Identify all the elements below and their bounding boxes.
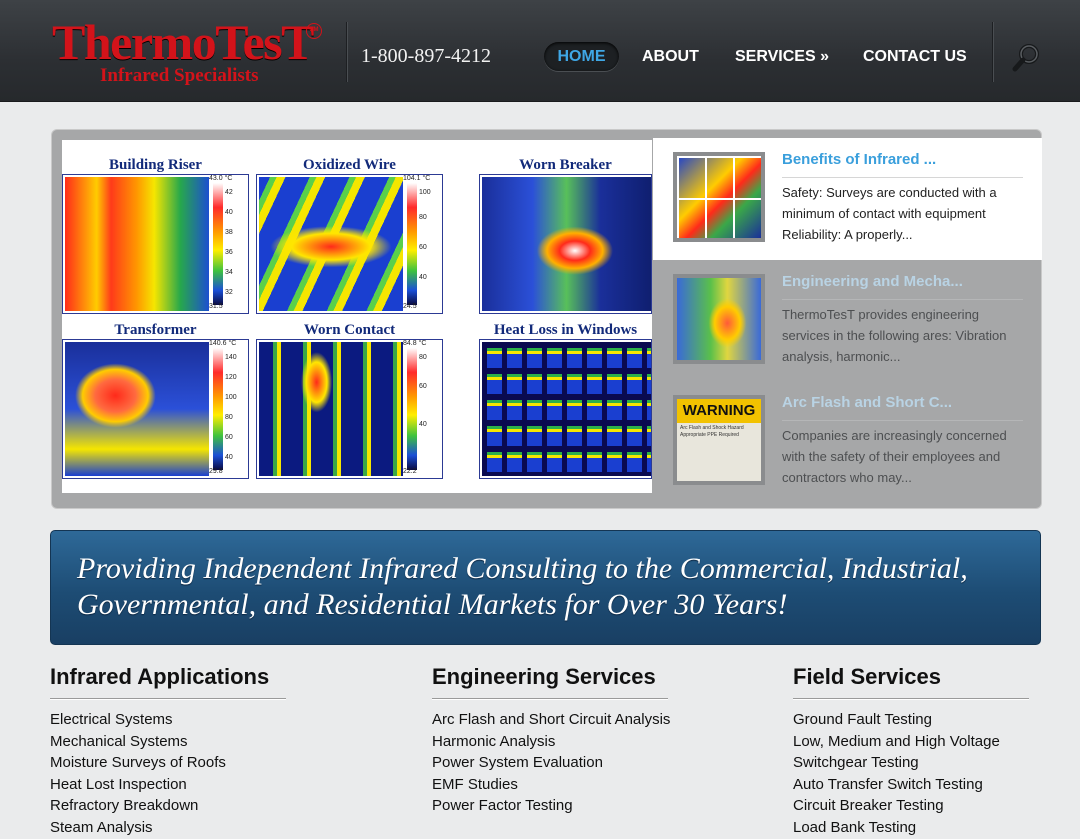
list-item[interactable]: Harmonic Analysis: [432, 731, 692, 753]
thermal-photo: [65, 177, 209, 311]
scale-ticks: 100 80 60 40: [419, 189, 431, 281]
link-list: Ground Fault Testing Low, Medium and Hig…: [793, 709, 1053, 839]
list-item[interactable]: Circuit Breaker Testing: [793, 795, 1053, 817]
slide-item[interactable]: Engineering and Mecha... ThermoTesT prov…: [653, 260, 1042, 382]
list-item[interactable]: Steam Analysis: [50, 817, 310, 839]
slide-thumbnail[interactable]: [673, 152, 765, 242]
scale-min: 29.8: [209, 468, 223, 475]
link-list: Arc Flash and Short Circuit Analysis Har…: [432, 709, 692, 817]
column-heading: Field Services: [793, 664, 941, 689]
nav-home[interactable]: HOME: [544, 42, 619, 71]
logo-tagline: Infrared Specialists: [100, 65, 259, 86]
list-item[interactable]: Power System Evaluation: [432, 752, 692, 774]
thermal-image-transformer: Transformer 140.6 °C 140 120 100 80 60 40 29.…: [62, 321, 249, 480]
tagline-banner: Providing Independent Infrared Consultin…: [50, 530, 1041, 645]
thermal-photo: [65, 342, 209, 476]
color-scale: [407, 348, 417, 470]
nav-about[interactable]: ABOUT: [642, 42, 699, 71]
list-item[interactable]: Power Factor Testing: [432, 795, 692, 817]
list-item[interactable]: Refractory Breakdown: [50, 795, 310, 817]
thermal-title: Worn Contact: [303, 322, 396, 338]
list-item[interactable]: Auto Transfer Switch Testing: [793, 774, 1053, 796]
warning-label: WARNING: [677, 399, 761, 423]
slide-item-title[interactable]: Benefits of Infrared ...: [782, 151, 1022, 169]
slide-item-text: Companies are increasingly concerned wit…: [782, 428, 1007, 485]
scale-max: 43.0 °C: [209, 175, 233, 182]
logo[interactable]: ThermoTesT SM Infrared Specialists: [52, 16, 324, 88]
column-heading: Infrared Applications: [50, 664, 270, 689]
scale-max: 140.6 °C: [209, 340, 237, 347]
slide-thumbnail[interactable]: [673, 274, 765, 364]
list-item[interactable]: Electrical Systems: [50, 709, 310, 731]
thermal-image-oxidized-wire: Oxidized Wire 104.1 °C 100 80 60 40 24.5: [256, 156, 443, 315]
slide-item-title[interactable]: Engineering and Mecha...: [782, 273, 1022, 291]
scale-max: 104.1 °C: [403, 175, 431, 182]
thermal-photo: [259, 177, 403, 311]
list-item[interactable]: Load Bank Testing: [793, 817, 1053, 839]
thermal-title: Worn Breaker: [519, 157, 612, 173]
nav-contact-us[interactable]: CONTACT US: [863, 42, 967, 71]
thermal-title: Building Riser: [109, 157, 202, 173]
nav-services[interactable]: SERVICES »: [735, 42, 829, 71]
thermal-image-building-riser: Building Riser 43.0 °C 42 40 38 36 34 32 31.5: [62, 156, 249, 315]
divider: [782, 299, 1023, 300]
header-divider: [346, 22, 347, 82]
divider: [782, 177, 1023, 178]
scale-min: 22.2: [403, 468, 417, 475]
divider: [50, 698, 286, 699]
service-mark: SM: [306, 23, 322, 39]
scale-ticks: 140 120 100 80 60 40: [225, 354, 237, 461]
column-engineering-services: Engineering Services Arc Flash and Short…: [432, 663, 692, 817]
list-item[interactable]: Mechanical Systems: [50, 731, 310, 753]
column-heading: Engineering Services: [432, 664, 656, 689]
color-scale: [407, 183, 417, 305]
warning-subtext: Arc Flash and Shock Hazard Appropriate P…: [680, 425, 744, 438]
thermal-photo: [482, 342, 651, 476]
logo-name: ThermoTesT: [52, 14, 314, 70]
color-scale: [213, 183, 223, 305]
list-item[interactable]: Switchgear Testing: [793, 752, 1053, 774]
scale-min: 31.5: [209, 303, 223, 310]
list-item[interactable]: Heat Lost Inspection: [50, 774, 310, 796]
banner-text: Providing Independent Infrared Consultin…: [77, 552, 968, 621]
list-item[interactable]: Low, Medium and High Voltage: [793, 731, 1053, 753]
thermal-title: Heat Loss in Windows: [493, 322, 638, 338]
thermal-title: Oxidized Wire: [303, 157, 396, 173]
list-item[interactable]: Ground Fault Testing: [793, 709, 1053, 731]
featured-slider: Building Riser 43.0 °C 42 40 38 36 34 32 31.5…: [51, 129, 1042, 509]
thermal-image-heat-loss-in-windows: Heat Loss in Windows: [479, 321, 652, 480]
scale-ticks: 42 40 38 36 34 32: [225, 189, 233, 296]
scale-ticks: 80 60 40: [419, 354, 427, 428]
slide-item-text: Safety: Surveys are conducted with a min…: [782, 185, 997, 242]
thermal-photo: [259, 342, 403, 476]
slide-thumbnail[interactable]: WARNING Arc Flash and Shock Hazard Appro…: [673, 395, 765, 485]
color-scale: [213, 348, 223, 470]
column-infrared-applications: Infrared Applications Electrical Systems…: [50, 663, 310, 839]
slide-image[interactable]: Building Riser 43.0 °C 42 40 38 36 34 32 31.5…: [62, 140, 652, 493]
divider: [782, 420, 1023, 421]
slide-list: Benefits of Infrared ... Safety: Surveys…: [653, 138, 1042, 508]
slide-item[interactable]: Benefits of Infrared ... Safety: Surveys…: [653, 138, 1042, 260]
slide-item-title[interactable]: Arc Flash and Short C...: [782, 394, 1022, 412]
thermal-title: Transformer: [114, 322, 197, 338]
list-item[interactable]: Moisture Surveys of Roofs: [50, 752, 310, 774]
link-list: Electrical Systems Mechanical Systems Mo…: [50, 709, 310, 839]
slide-item-text: ThermoTesT provides engineering services…: [782, 307, 1007, 364]
scale-min: 24.5: [403, 303, 417, 310]
phone-number[interactable]: 1-800-897-4212: [361, 44, 491, 68]
list-item[interactable]: EMF Studies: [432, 774, 692, 796]
slide-item[interactable]: WARNING Arc Flash and Shock Hazard Appro…: [653, 381, 1042, 503]
divider: [793, 698, 1029, 699]
thermal-photo: [482, 177, 651, 311]
column-field-services: Field Services Ground Fault Testing Low,…: [793, 663, 1053, 839]
thermal-image-worn-contact: Worn Contact 84.8 °C 80 60 40 22.2: [256, 321, 443, 480]
scale-max: 84.8 °C: [403, 340, 427, 347]
divider: [432, 698, 668, 699]
list-item[interactable]: Arc Flash and Short Circuit Analysis: [432, 709, 692, 731]
search-icon[interactable]: [1012, 42, 1042, 72]
header-divider: [992, 22, 993, 82]
site-header: ThermoTesT SM Infrared Specialists 1-800…: [0, 0, 1080, 102]
thermal-image-worn-breaker: Worn Breaker: [479, 156, 652, 315]
